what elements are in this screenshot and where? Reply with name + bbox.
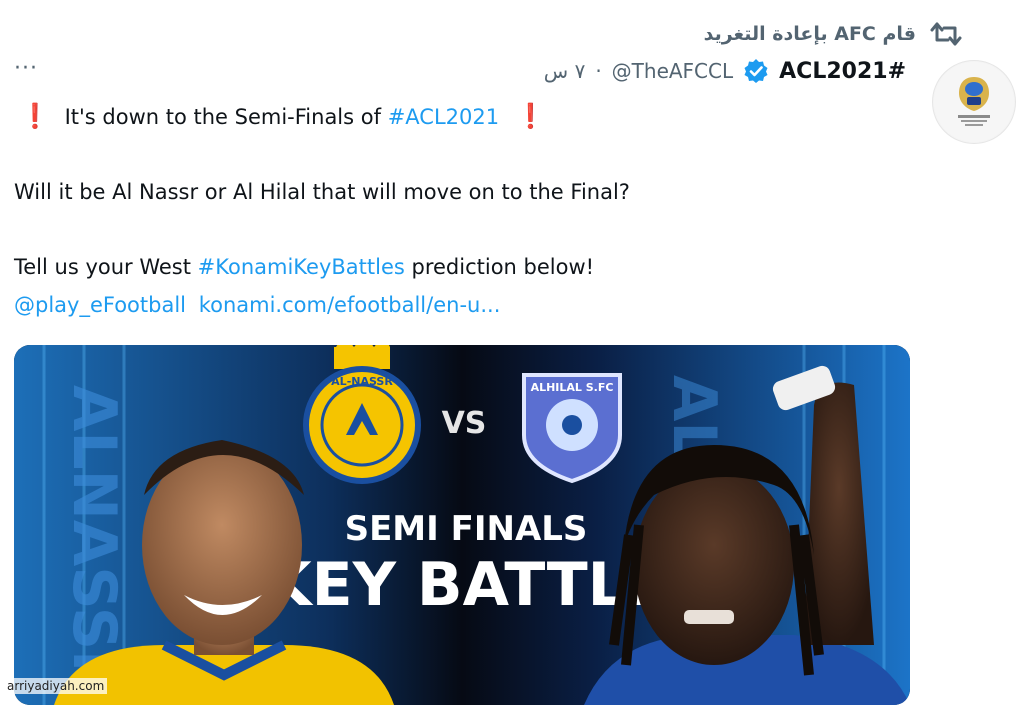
key-battle-title: KEY BATTLE (265, 550, 667, 620)
afc-champions-league-logo (934, 62, 1014, 142)
vs-label: VS (442, 406, 487, 441)
avatar[interactable] (932, 60, 1016, 144)
retweet-icon (930, 22, 962, 46)
tweet-line-3: Tell us your West #KonamiKeyBattles pred… (14, 255, 594, 279)
exclamation-icon: ❗ (515, 102, 546, 130)
tweet-line-1: ❗ It's down to the Semi-Finals of #ACL20… (20, 102, 546, 130)
author-handle[interactable]: @TheAFCCL (612, 59, 733, 83)
verified-badge-icon (744, 59, 768, 83)
al-hilal-crest: ALHILAL S.FC (522, 373, 622, 484)
semi-finals-title: SEMI FINALS (345, 509, 588, 549)
tweet-text-segment: prediction below! (404, 255, 595, 279)
tweet-media-image[interactable]: ALNASSR ALHILAL AL-NASSR VS ALHILAL S.FC… (14, 345, 910, 705)
key-battle-graphic: ALNASSR ALHILAL AL-NASSR VS ALHILAL S.FC… (14, 345, 910, 705)
tweet-line-4: @play_eFootball konami.com/efootball/en-… (14, 293, 500, 317)
tweet-text-segment: Tell us your West (14, 255, 198, 279)
hashtag-acl2021-link[interactable]: #ACL2021 (388, 105, 499, 129)
left-crest-label: AL-NASSR (331, 375, 393, 388)
right-crest-label: ALHILAL S.FC (531, 381, 614, 394)
tweet-timestamp[interactable]: ٧ س (544, 59, 586, 83)
tweet-line-2: Will it be Al Nassr or Al Hilal that wil… (14, 180, 630, 204)
tweet-text-segment: It's down to the Semi-Finals of (64, 105, 388, 129)
retweet-header: قام AFC بإعادة التغريد (704, 20, 962, 48)
site-watermark: arriyadiyah.com (4, 678, 108, 694)
retweet-label[interactable]: قام AFC بإعادة التغريد (704, 23, 916, 45)
separator-dot: · (595, 59, 602, 83)
more-options-icon[interactable]: ··· (14, 56, 38, 81)
side-text-left: ALNASSR (59, 385, 129, 696)
konami-url-link[interactable]: konami.com/efootball/en-u... (199, 293, 501, 317)
hashtag-konamikeybattles-link[interactable]: #KonamiKeyBattles (198, 255, 405, 279)
tweet-author-line: #ACL2021 @TheAFCCL · ٧ س (544, 58, 906, 84)
author-display-name[interactable]: #ACL2021 (779, 59, 906, 84)
exclamation-icon: ❗ (20, 102, 50, 130)
mention-play-efootball-link[interactable]: @play_eFootball (14, 293, 186, 317)
